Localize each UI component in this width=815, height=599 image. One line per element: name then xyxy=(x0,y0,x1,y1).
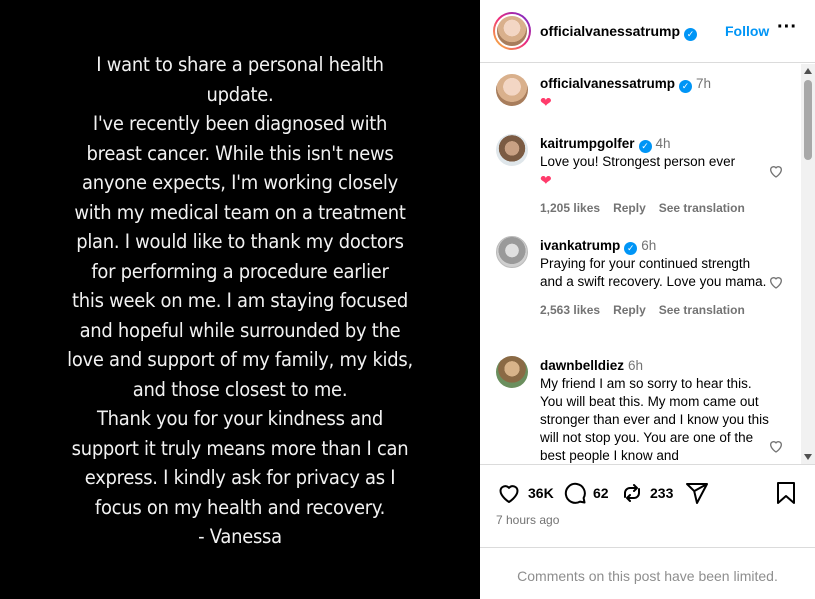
scrollbar[interactable] xyxy=(801,64,815,464)
comment-username[interactable]: kaitrumpgolfer xyxy=(540,136,635,151)
like-comment-icon[interactable] xyxy=(768,274,784,290)
post-text-line: and those closest to me. xyxy=(132,377,348,401)
comment-text: My friend I am so sorry to hear this. Yo… xyxy=(540,376,769,463)
post-text-line: plan. I would like to thank my doctors xyxy=(76,230,404,253)
post-text-line: - Vanessa xyxy=(198,525,282,548)
avatar[interactable] xyxy=(496,134,528,166)
post-text-line: I've recently been diagnosed with xyxy=(92,112,388,135)
repost-button[interactable]: 233 xyxy=(620,480,673,506)
verified-icon: ✓ xyxy=(638,140,652,153)
verified-icon: ✓ xyxy=(684,28,698,41)
comment-username[interactable]: officialvanessatrump xyxy=(540,76,675,91)
heart-icon xyxy=(499,485,519,503)
comment-time[interactable]: 6h xyxy=(641,238,656,253)
post-text-line: breast cancer. While this isn't news xyxy=(86,141,394,165)
reply-button[interactable]: Reply xyxy=(613,303,646,317)
reply-button[interactable]: Reply xyxy=(613,201,646,215)
username-label: officialvanessatrump xyxy=(540,23,681,39)
more-options-icon[interactable]: ··· xyxy=(777,16,797,39)
like-comment-icon[interactable] xyxy=(768,438,784,454)
post-text-line: express. I kindly ask for privacy as I xyxy=(84,466,396,489)
avatar[interactable] xyxy=(496,236,528,268)
reposts-count[interactable]: 233 xyxy=(650,485,673,501)
post-text-line: I want to share a personal health xyxy=(96,53,384,76)
follow-button[interactable]: Follow xyxy=(725,23,769,39)
post-text-line: love and support of my family, my kids, xyxy=(67,348,413,371)
like-button[interactable]: 36K xyxy=(496,480,554,506)
post-header: officialvanessatrump ✓ Follow ··· xyxy=(480,0,815,63)
post-timestamp[interactable]: 7 hours ago xyxy=(496,513,559,527)
scroll-up-icon[interactable] xyxy=(804,68,812,74)
post-image: I want to share a personal health update.… xyxy=(0,0,480,599)
comment-icon xyxy=(564,482,586,504)
share-button[interactable] xyxy=(685,480,709,506)
avatar-image xyxy=(495,14,529,48)
post-text-line: and hopeful while surrounded by the xyxy=(79,318,401,342)
see-translation-button[interactable]: See translation xyxy=(659,303,745,317)
post-text-line: Thank you for your kindness and xyxy=(96,407,384,430)
comment-username[interactable]: dawnbelldiez xyxy=(540,358,624,373)
post-text-line: support it truly means more than I can xyxy=(71,436,409,460)
save-button[interactable] xyxy=(775,480,797,506)
avatar[interactable] xyxy=(496,74,528,106)
post-text-line: update. xyxy=(206,82,274,106)
see-translation-button[interactable]: See translation xyxy=(659,201,745,215)
comment-text: Praying for your continued strength and … xyxy=(540,256,767,289)
comment-username[interactable]: ivankatrump xyxy=(540,238,620,253)
bookmark-icon xyxy=(777,482,795,504)
likes-count[interactable]: 2,563 likes xyxy=(540,303,600,317)
post-text-line: focus on my health and recovery. xyxy=(94,495,386,519)
comment-text: Love you! Strongest person ever xyxy=(540,154,736,169)
avatar[interactable] xyxy=(496,356,528,388)
comment-text: ❤ xyxy=(540,94,552,110)
comment-time[interactable]: 4h xyxy=(656,136,671,151)
likes-count[interactable]: 36K xyxy=(528,485,554,501)
post-text-line: this week on me. I am staying focused xyxy=(72,289,408,312)
action-bar: 36K 62 233 7 hours ago xyxy=(480,464,815,548)
scroll-thumb[interactable] xyxy=(804,80,812,160)
comment-list: officialvanessatrump ✓ 7h ❤ kaitrumpgolfer… xyxy=(480,64,815,464)
username-link[interactable]: officialvanessatrump ✓ xyxy=(540,23,698,41)
scroll-down-icon[interactable] xyxy=(804,454,812,460)
post-text-line: for performing a procedure earlier xyxy=(91,259,389,283)
like-comment-icon[interactable] xyxy=(768,163,784,179)
comments-count[interactable]: 62 xyxy=(593,485,609,501)
share-icon xyxy=(686,483,708,504)
likes-count[interactable]: 1,205 likes xyxy=(540,201,600,215)
comment-emoji: ❤ xyxy=(540,172,552,188)
post-text-line: with my medical team on a treatment xyxy=(74,200,406,224)
post-sidebar: officialvanessatrump ✓ Follow ··· officia… xyxy=(480,0,815,599)
comment-button[interactable]: 62 xyxy=(563,480,609,506)
avatar[interactable] xyxy=(493,12,531,50)
post-text-line: anyone expects, I'm working closely xyxy=(82,171,398,194)
comment-time[interactable]: 6h xyxy=(628,358,643,373)
repost-icon xyxy=(624,484,640,502)
comments-limited-notice: Comments on this post have been limited. xyxy=(517,568,778,584)
verified-icon: ✓ xyxy=(624,242,638,255)
verified-icon: ✓ xyxy=(679,80,693,93)
comment-time[interactable]: 7h xyxy=(696,76,711,91)
post-text: I want to share a personal health update.… xyxy=(56,50,424,552)
